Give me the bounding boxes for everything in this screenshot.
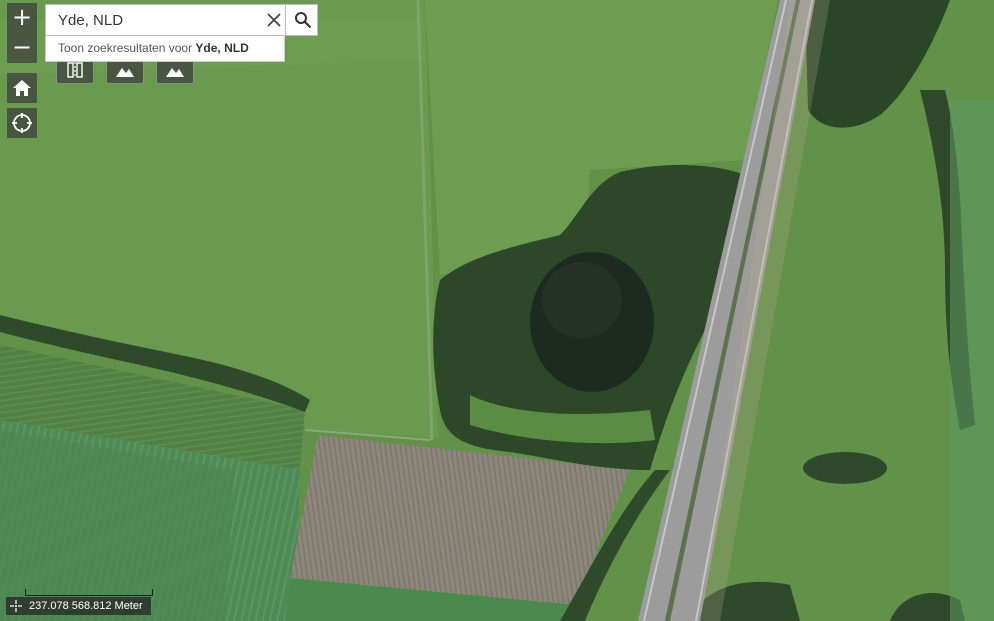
locate-icon: [12, 113, 32, 133]
locate-button[interactable]: [7, 108, 37, 138]
clear-search-button[interactable]: [262, 5, 286, 35]
aerial-map[interactable]: [0, 0, 994, 621]
search-input[interactable]: [46, 5, 276, 35]
landscape-icon: [116, 68, 134, 77]
search-button[interactable]: [285, 4, 320, 36]
crosshair-icon: [10, 599, 24, 613]
search-box: [45, 4, 318, 36]
close-icon: [267, 13, 281, 27]
zoom-in-button[interactable]: +: [7, 3, 37, 33]
home-button[interactable]: [7, 73, 37, 103]
zoom-out-button[interactable]: −: [7, 33, 37, 63]
coordinate-unit: Meter: [114, 600, 143, 612]
layers-icon: [67, 62, 83, 78]
home-icon: [13, 80, 31, 96]
suggestion-prefix: Toon zoekresultaten voor: [58, 41, 196, 55]
scale-bar: [25, 589, 153, 596]
suggestion-term: Yde, NLD: [195, 41, 249, 55]
search-icon: [295, 12, 312, 29]
coordinate-x: 237.078: [29, 600, 69, 612]
coordinate-y: 568.812: [71, 600, 112, 612]
search-suggestion[interactable]: Toon zoekresultaten voor Yde, NLD: [45, 36, 285, 62]
landscape-icon: [166, 68, 184, 77]
coordinate-readout[interactable]: 237.078 568.812 Meter: [6, 597, 151, 615]
